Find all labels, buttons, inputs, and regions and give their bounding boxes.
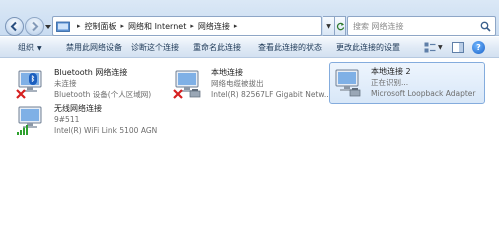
- chevron-down-icon: ▼: [37, 45, 42, 52]
- connection-status: 正在识别...: [371, 78, 409, 87]
- refresh-icon: [336, 22, 344, 30]
- connection-details: Bluetooth 网络连接 未连接 Bluetooth 设备(个人区域网): [54, 64, 151, 100]
- help-icon[interactable]: ?: [472, 41, 485, 54]
- connection-item-local[interactable]: 本地连接 网络电缆被拔出 Intel(R) 82567LF Gigabit Ne…: [173, 64, 331, 106]
- connection-item-wireless[interactable]: 无线网络连接 9#511 Intel(R) WiFi Link 5100 AGN: [16, 100, 166, 142]
- network-cable-icon: [189, 89, 201, 98]
- diagnose-connection-button[interactable]: 诊断这个连接: [131, 37, 179, 58]
- connection-status: 网络电缆被拔出: [211, 79, 264, 88]
- breadcrumb: ▸ 控制面板 ▸ 网络和 Internet ▸ 网络连接 ▸: [77, 21, 238, 32]
- connection-name: Bluetooth 网络连接: [54, 68, 128, 77]
- control-panel-folder-icon: [56, 21, 70, 32]
- recent-pages-dropdown-icon[interactable]: [45, 24, 51, 30]
- address-bar[interactable]: ▸ 控制面板 ▸ 网络和 Internet ▸ 网络连接 ▸: [52, 16, 322, 36]
- breadcrumb-item-control-panel[interactable]: 控制面板: [85, 21, 117, 32]
- change-settings-button[interactable]: 更改此连接的设置: [336, 37, 400, 58]
- connection-device: Bluetooth 设备(个人区域网): [54, 90, 152, 99]
- connection-status: 9#511: [54, 115, 80, 124]
- forward-button[interactable]: [25, 17, 44, 36]
- refresh-button[interactable]: [335, 16, 346, 36]
- breadcrumb-item-network-internet[interactable]: 网络和 Internet: [128, 21, 186, 32]
- connections-list: ᛒ Bluetooth 网络连接 未连接 Bluetooth 设备(个人区域网): [0, 59, 499, 250]
- change-view-icon[interactable]: [424, 42, 436, 53]
- connection-item-local-2[interactable]: 本地连接 2 正在识别... Microsoft Loopback Adapte…: [329, 62, 485, 104]
- connection-name: 本地连接 2: [371, 67, 411, 76]
- bluetooth-icon: ᛒ: [29, 73, 37, 85]
- signal-strength-icon: [17, 125, 28, 135]
- view-options-dropdown-icon[interactable]: ▼: [438, 44, 443, 51]
- disconnected-x-icon: [16, 89, 26, 99]
- connection-details: 本地连接 2 正在识别... Microsoft Loopback Adapte…: [371, 63, 475, 99]
- connection-name: 无线网络连接: [54, 104, 102, 113]
- arrow-right-icon: [32, 21, 39, 32]
- back-button[interactable]: [5, 17, 24, 36]
- connection-device: Intel(R) 82567LF Gigabit Netw...: [211, 90, 331, 99]
- connection-status: 未连接: [54, 79, 77, 88]
- search-box[interactable]: [347, 16, 496, 36]
- command-bar: 组织 ▼ 禁用此网络设备 诊断这个连接 重命名此连接 查看此连接的状态 更改此连接…: [0, 37, 499, 58]
- wireless-network-icon: [16, 103, 48, 135]
- chevron-down-icon: ▼: [326, 22, 331, 30]
- search-input[interactable]: [353, 21, 479, 31]
- breadcrumb-item-network-connections[interactable]: 网络连接: [198, 21, 230, 32]
- organize-label: 组织: [18, 43, 34, 52]
- connection-device: Microsoft Loopback Adapter: [371, 89, 476, 98]
- view-status-button[interactable]: 查看此连接的状态: [258, 37, 322, 58]
- connection-name: 本地连接: [211, 68, 243, 77]
- address-history-dropdown[interactable]: ▼: [323, 16, 335, 36]
- rename-connection-button[interactable]: 重命名此连接: [193, 37, 241, 58]
- preview-pane-icon[interactable]: [452, 42, 464, 53]
- loopback-network-icon: [333, 66, 365, 98]
- ethernet-network-icon: [173, 67, 205, 99]
- network-cable-icon: [349, 88, 361, 97]
- address-toolbar: ▸ 控制面板 ▸ 网络和 Internet ▸ 网络连接 ▸ ▼: [0, 0, 499, 36]
- arrow-left-icon: [10, 21, 17, 32]
- connection-device: Intel(R) WiFi Link 5100 AGN: [54, 126, 158, 135]
- bluetooth-network-icon: ᛒ: [16, 67, 48, 99]
- search-icon[interactable]: [480, 21, 491, 32]
- connection-details: 无线网络连接 9#511 Intel(R) WiFi Link 5100 AGN: [54, 100, 157, 136]
- disconnected-x-icon: [173, 89, 183, 99]
- connection-details: 本地连接 网络电缆被拔出 Intel(R) 82567LF Gigabit Ne…: [211, 64, 331, 100]
- organize-menu-button[interactable]: 组织 ▼: [18, 37, 42, 58]
- disable-device-button[interactable]: 禁用此网络设备: [66, 37, 122, 58]
